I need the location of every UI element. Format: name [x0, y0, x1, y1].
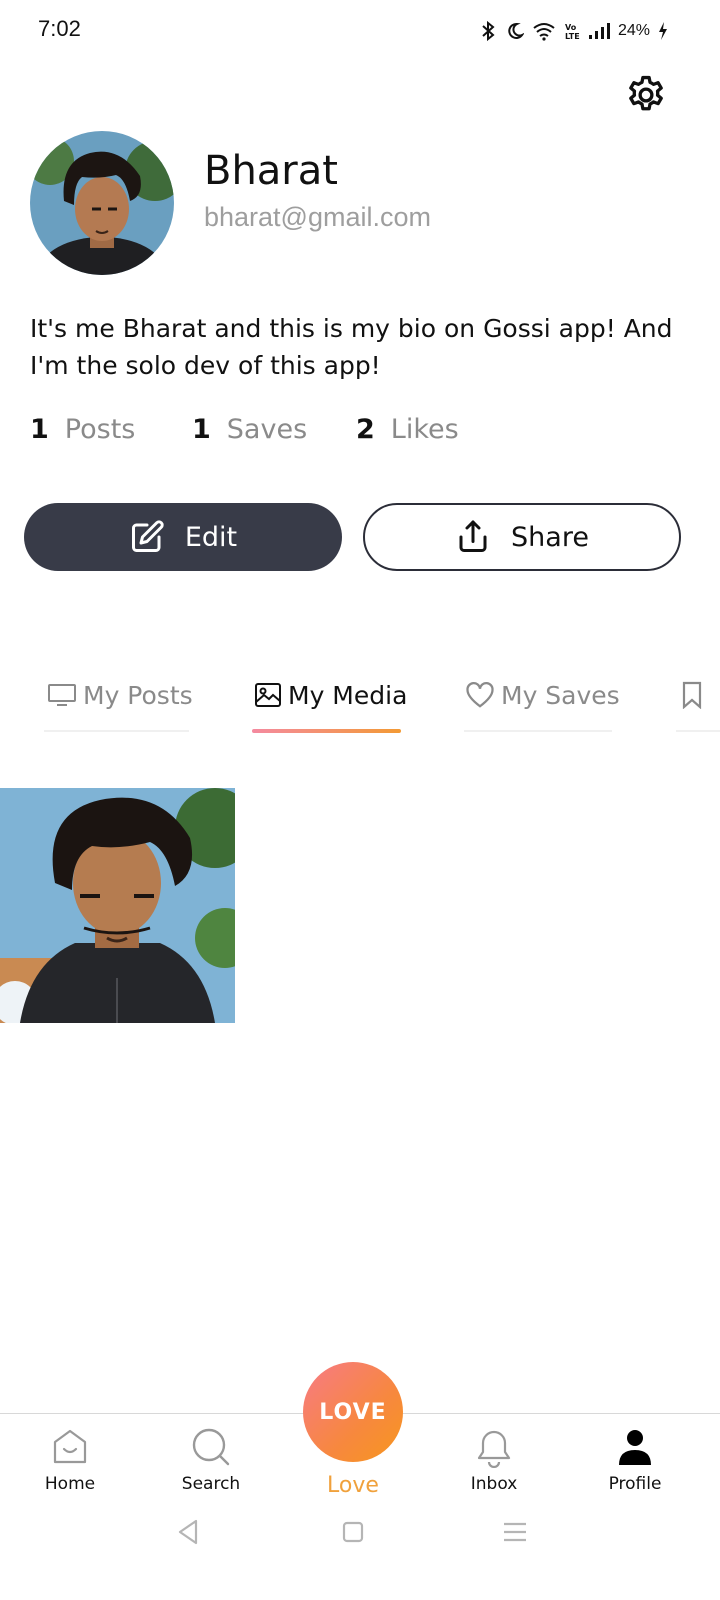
signal-icon [588, 23, 610, 39]
love-button[interactable]: LOVE [303, 1362, 403, 1462]
status-icons: Vo LTE 24% [480, 18, 668, 44]
edit-label: Edit [184, 521, 238, 553]
svg-text:Vo: Vo [565, 23, 577, 32]
tab-my-posts[interactable]: My Posts [47, 670, 193, 720]
profile-tabs: My Posts My Media My Saves [0, 670, 720, 734]
stat-label: Likes [390, 414, 459, 445]
home-icon [53, 1429, 87, 1464]
bell-icon [477, 1430, 511, 1468]
nav-label: Inbox [470, 1474, 518, 1494]
charging-icon [659, 22, 667, 40]
share-profile-button[interactable]: Share [363, 503, 681, 571]
active-tab-indicator [252, 729, 401, 733]
stat-label: Saves [226, 414, 308, 445]
nav-home[interactable]: Home [20, 1426, 120, 1494]
tab-divider [464, 730, 612, 732]
system-nav-bar [0, 1510, 720, 1560]
heart-icon [466, 682, 494, 708]
stat-posts[interactable]: 1 Posts [30, 414, 192, 445]
battery-percent: 24% [617, 22, 650, 39]
stat-label: Posts [64, 414, 136, 445]
share-label: Share [511, 521, 589, 553]
person-icon [619, 1430, 651, 1465]
tab-my-media[interactable]: My Media [254, 670, 407, 720]
stat-count: 1 [192, 414, 211, 445]
tab-label: My Media [288, 680, 408, 710]
profile-email: bharat@gmail.com [204, 202, 431, 232]
edit-icon [131, 520, 164, 552]
image-icon [255, 683, 281, 707]
nav-love-label[interactable]: Love [303, 1473, 403, 1498]
svg-text:LTE: LTE [565, 32, 580, 41]
stat-likes[interactable]: 2 Likes [356, 414, 459, 445]
monitor-icon [48, 684, 76, 706]
profile-bio: It's me Bharat and this is my bio on Gos… [30, 314, 673, 380]
bluetooth-icon [482, 20, 495, 42]
tab-label: My Saves [501, 680, 620, 710]
home-circle-icon[interactable] [338, 1517, 368, 1547]
profile-name: Bharat [204, 148, 338, 194]
love-badge-text: LOVE [319, 1399, 387, 1425]
nav-label: Profile [608, 1474, 662, 1494]
tab-bookmarks[interactable] [680, 670, 710, 720]
stat-saves[interactable]: 1 Saves [192, 414, 356, 445]
bookmark-icon [682, 681, 702, 709]
stat-count: 1 [30, 414, 49, 445]
wifi-icon [533, 23, 555, 41]
share-icon [459, 520, 487, 552]
profile-stats: 1 Posts 1 Saves 2 Likes [30, 414, 459, 445]
recents-icon[interactable] [500, 1517, 530, 1547]
settings-button[interactable] [624, 73, 668, 117]
gear-icon [629, 75, 663, 111]
media-thumbnail[interactable] [0, 788, 235, 1023]
tab-my-saves[interactable]: My Saves [465, 670, 620, 720]
back-icon[interactable] [174, 1517, 204, 1547]
nav-inbox[interactable]: Inbox [444, 1426, 544, 1494]
edit-profile-button[interactable]: Edit [24, 503, 342, 571]
moon-icon [508, 22, 524, 39]
tab-label: My Posts [83, 680, 193, 710]
nav-profile[interactable]: Profile [585, 1426, 685, 1494]
nav-search[interactable]: Search [161, 1426, 261, 1494]
stat-count: 2 [356, 414, 375, 445]
volte-icon: VoLTE [565, 23, 580, 41]
nav-label: Search [181, 1474, 241, 1494]
nav-label: Home [44, 1474, 96, 1494]
avatar[interactable] [30, 131, 174, 275]
search-icon [192, 1428, 230, 1466]
tab-divider [676, 730, 720, 732]
status-time: 7:02 [38, 16, 81, 41]
tab-divider [44, 730, 189, 732]
